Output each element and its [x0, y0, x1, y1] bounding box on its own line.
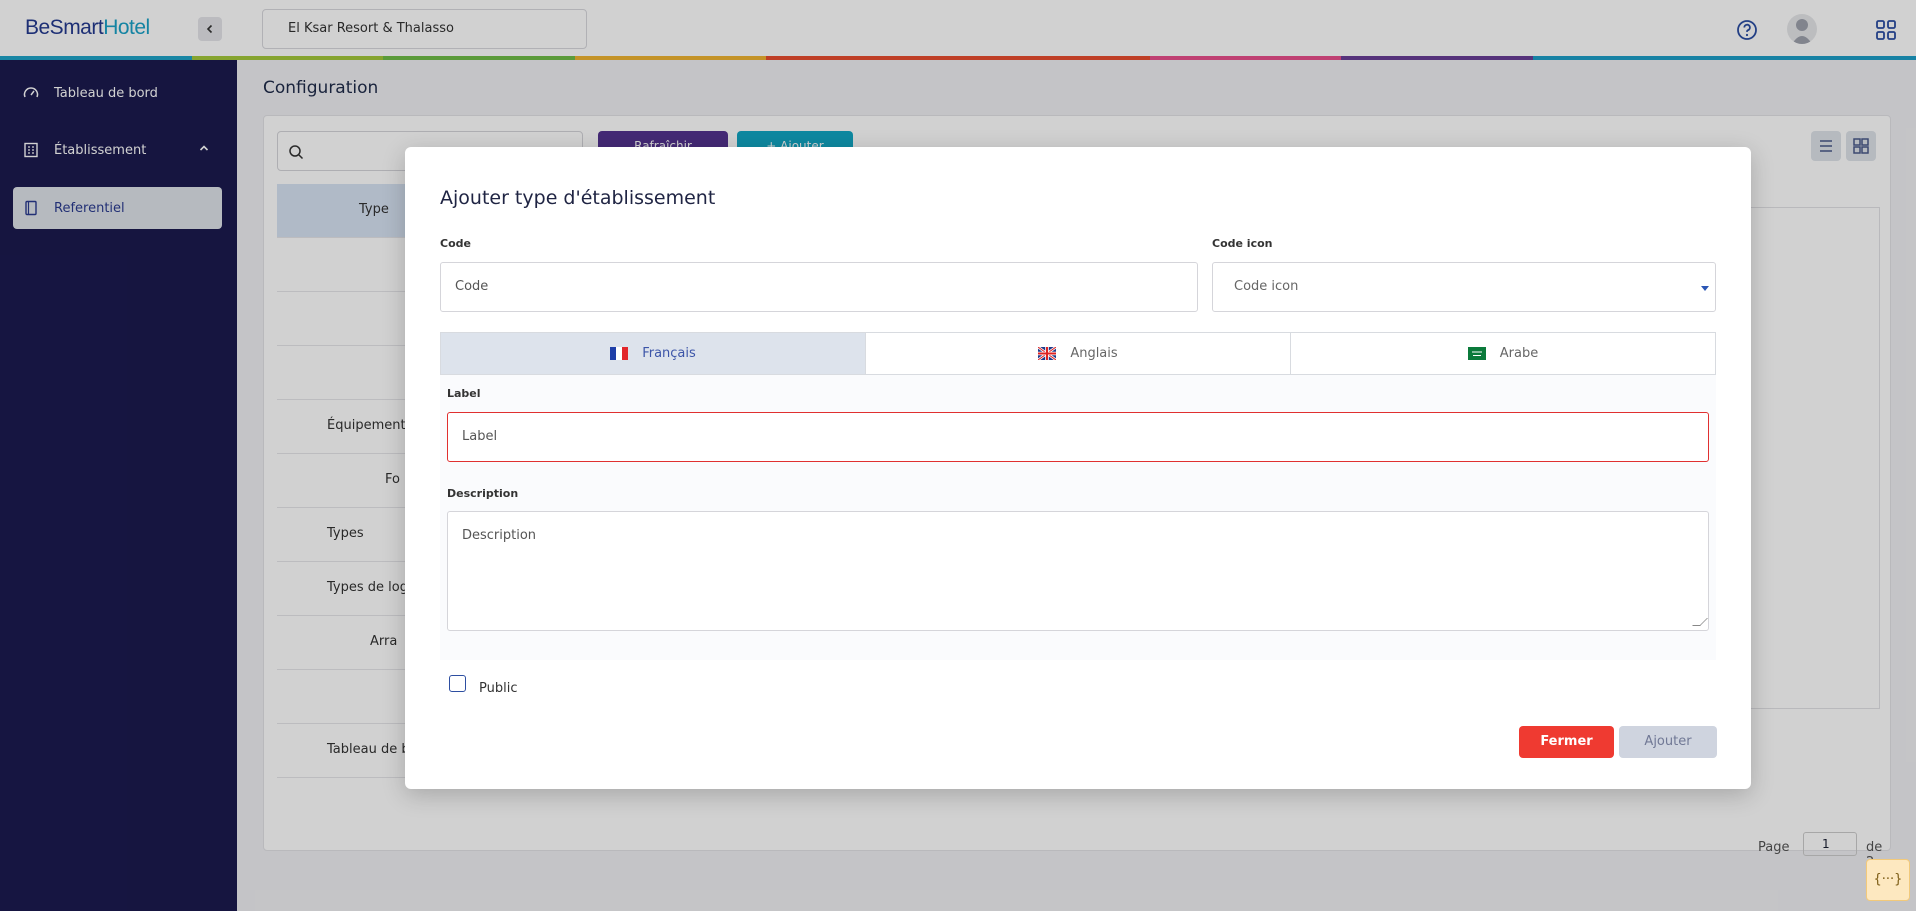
- resize-handle-icon[interactable]: [1692, 618, 1708, 626]
- language-panel: Label Label Description Description: [440, 375, 1716, 660]
- debug-json-button[interactable]: {···}: [1866, 859, 1910, 901]
- france-flag-icon: [610, 347, 629, 360]
- label-input[interactable]: Label: [447, 412, 1709, 462]
- caret-down-icon: [1701, 286, 1709, 291]
- description-textarea[interactable]: Description: [447, 511, 1709, 631]
- tab-francais[interactable]: Français: [441, 333, 866, 374]
- language-tabs: Français Anglais Arabe: [440, 332, 1716, 375]
- label-field-label: Label: [447, 387, 481, 400]
- submit-add-button[interactable]: Ajouter: [1619, 726, 1717, 758]
- code-label: Code: [440, 237, 471, 250]
- public-label: Public: [479, 681, 518, 696]
- code-icon-select[interactable]: Code icon: [1212, 262, 1716, 312]
- tab-anglais[interactable]: Anglais: [866, 333, 1291, 374]
- tab-label: Français: [642, 346, 696, 361]
- description-placeholder: Description: [462, 528, 537, 543]
- code-icon-label: Code icon: [1212, 237, 1273, 250]
- tab-label: Arabe: [1499, 346, 1539, 361]
- public-checkbox[interactable]: [449, 675, 466, 692]
- tab-arabe[interactable]: Arabe: [1291, 333, 1715, 374]
- code-icon-select-value: Code icon: [1234, 279, 1299, 294]
- saudi-flag-icon: [1467, 347, 1486, 360]
- uk-flag-icon: [1038, 347, 1057, 360]
- close-button[interactable]: Fermer: [1519, 726, 1614, 758]
- code-input[interactable]: Code: [440, 262, 1198, 312]
- tab-label: Anglais: [1070, 346, 1118, 361]
- modal-title: Ajouter type d'établissement: [440, 187, 716, 209]
- description-field-label: Description: [447, 487, 519, 500]
- add-establishment-type-modal: Ajouter type d'établissement Code Code C…: [405, 147, 1751, 789]
